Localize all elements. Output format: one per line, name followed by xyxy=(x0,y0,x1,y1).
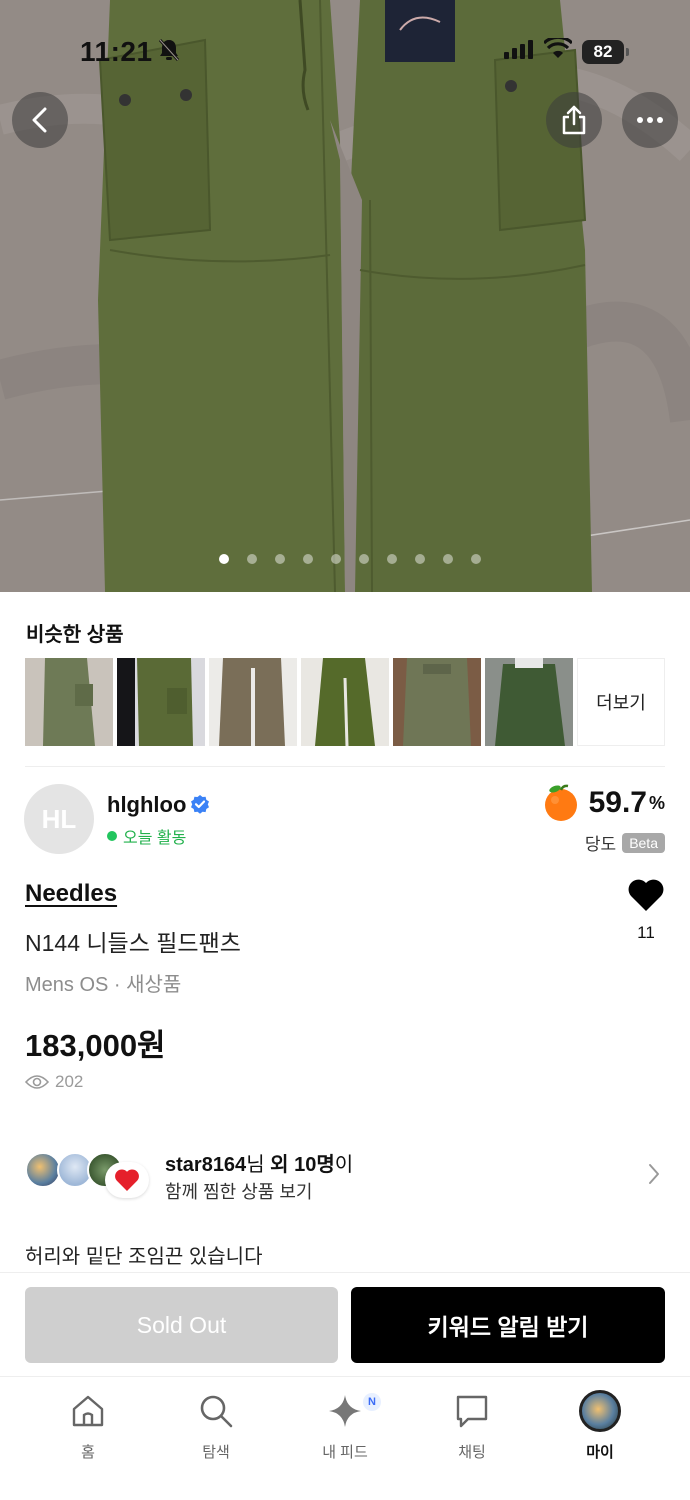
carousel-dot[interactable] xyxy=(331,554,341,564)
eye-icon xyxy=(25,1075,49,1089)
heart-badge xyxy=(105,1162,149,1198)
tab-explore[interactable]: 탐색 xyxy=(161,1389,271,1462)
share-icon xyxy=(562,105,586,135)
liked-user: star8164 xyxy=(165,1154,247,1176)
avatar xyxy=(25,1152,61,1188)
chat-bubble-icon xyxy=(456,1395,488,1428)
wifi-icon xyxy=(542,35,574,65)
liked-others: 외 10명 xyxy=(270,1154,335,1176)
score-unit: % xyxy=(648,792,665,813)
seller-activity-status: 오늘 활동 xyxy=(107,824,186,848)
product-description: 허리와 밑단 조임끈 있습니다 xyxy=(25,1246,263,1268)
similar-products-title: 비슷한 상품 xyxy=(26,624,124,646)
chevron-right-icon xyxy=(649,1164,659,1184)
carousel-dot[interactable] xyxy=(359,554,369,564)
like-count: 11 xyxy=(637,923,655,942)
seller-avatar[interactable]: HL xyxy=(24,784,94,854)
product-size-condition: Mens OS · 새상품 xyxy=(25,974,182,996)
divider xyxy=(25,766,665,767)
tab-home[interactable]: 홈 xyxy=(33,1389,143,1462)
carousel-dot[interactable] xyxy=(303,554,313,564)
back-button[interactable] xyxy=(12,92,68,148)
product-title: N144 니들스 필드팬츠 xyxy=(25,930,241,956)
new-badge: N xyxy=(363,1393,381,1411)
similar-product-thumb[interactable] xyxy=(117,658,205,746)
product-image-carousel[interactable]: 11:21 82 xyxy=(0,0,690,592)
bottom-tab-bar: 홈 탐색 N 내 피드 채팅 마이 xyxy=(0,1376,690,1500)
similar-more-button[interactable]: 더보기 xyxy=(577,658,665,746)
like-button[interactable]: 11 xyxy=(622,878,670,943)
battery-indicator: 82 xyxy=(582,39,629,64)
home-icon xyxy=(72,1395,104,1427)
status-time: 11:21 xyxy=(80,36,153,67)
tab-label: 내 피드 xyxy=(322,1444,368,1461)
liked-together-row[interactable]: star8164님 외 10명이 함께 찜한 상품 보기 xyxy=(25,1148,665,1204)
tab-chat[interactable]: 채팅 xyxy=(417,1389,527,1462)
search-icon xyxy=(200,1395,233,1428)
product-price: 183,000원 xyxy=(25,1028,166,1063)
signal-icon xyxy=(504,39,534,64)
more-options-button[interactable] xyxy=(622,92,678,148)
seller-score[interactable]: 59.7 % 당도 Beta xyxy=(541,784,665,855)
similar-product-thumb[interactable] xyxy=(485,658,573,746)
score-value: 59.7 xyxy=(588,786,647,819)
share-button[interactable] xyxy=(546,92,602,148)
chevron-left-icon xyxy=(32,107,47,133)
carousel-dot[interactable] xyxy=(219,554,229,564)
tab-label: 마이 xyxy=(586,1444,614,1461)
keyword-alert-button[interactable]: 키워드 알림 받기 xyxy=(351,1287,665,1363)
my-avatar xyxy=(579,1390,621,1432)
tab-label: 홈 xyxy=(81,1444,95,1461)
liked-together-summary: star8164님 외 10명이 xyxy=(165,1154,354,1176)
red-heart-icon xyxy=(115,1169,139,1191)
sold-out-button[interactable]: Sold Out xyxy=(25,1287,338,1363)
bell-off-icon xyxy=(158,38,180,67)
activity-label: 오늘 활동 xyxy=(123,830,187,847)
carousel-dot[interactable] xyxy=(247,554,257,564)
tab-my[interactable]: 마이 xyxy=(545,1389,655,1462)
action-bar: Sold Out 키워드 알림 받기 xyxy=(0,1272,690,1376)
similar-product-thumb[interactable] xyxy=(301,658,389,746)
tab-label: 탐색 xyxy=(202,1444,230,1461)
similar-products-list: 더보기 xyxy=(25,658,665,746)
tab-my-feed[interactable]: N 내 피드 xyxy=(290,1389,400,1462)
liked-together-link: 함께 찜한 상품 보기 xyxy=(165,1182,313,1202)
seller-name[interactable]: hlghloo xyxy=(107,792,186,818)
verified-badge-icon xyxy=(190,794,210,819)
heart-icon xyxy=(628,879,664,911)
status-bar: 11:21 82 xyxy=(0,0,690,100)
similar-product-thumb[interactable] xyxy=(25,658,113,746)
sparkle-icon xyxy=(329,1395,361,1427)
tab-label: 채팅 xyxy=(458,1444,486,1461)
carousel-dot[interactable] xyxy=(443,554,453,564)
view-count: 202 xyxy=(25,1072,83,1092)
tangerine-icon xyxy=(544,784,577,821)
view-count-value: 202 xyxy=(55,1072,84,1091)
carousel-dot[interactable] xyxy=(471,554,481,564)
beta-badge: Beta xyxy=(622,832,665,853)
score-label: 당도 xyxy=(584,835,617,854)
brand-link[interactable]: Needles xyxy=(25,880,117,908)
carousel-dot[interactable] xyxy=(415,554,425,564)
carousel-pagination xyxy=(0,554,690,564)
more-horizontal-icon xyxy=(637,117,663,123)
online-dot-icon xyxy=(107,831,117,841)
similar-product-thumb[interactable] xyxy=(209,658,297,746)
carousel-dot[interactable] xyxy=(387,554,397,564)
carousel-dot[interactable] xyxy=(275,554,285,564)
similar-product-thumb[interactable] xyxy=(393,658,481,746)
